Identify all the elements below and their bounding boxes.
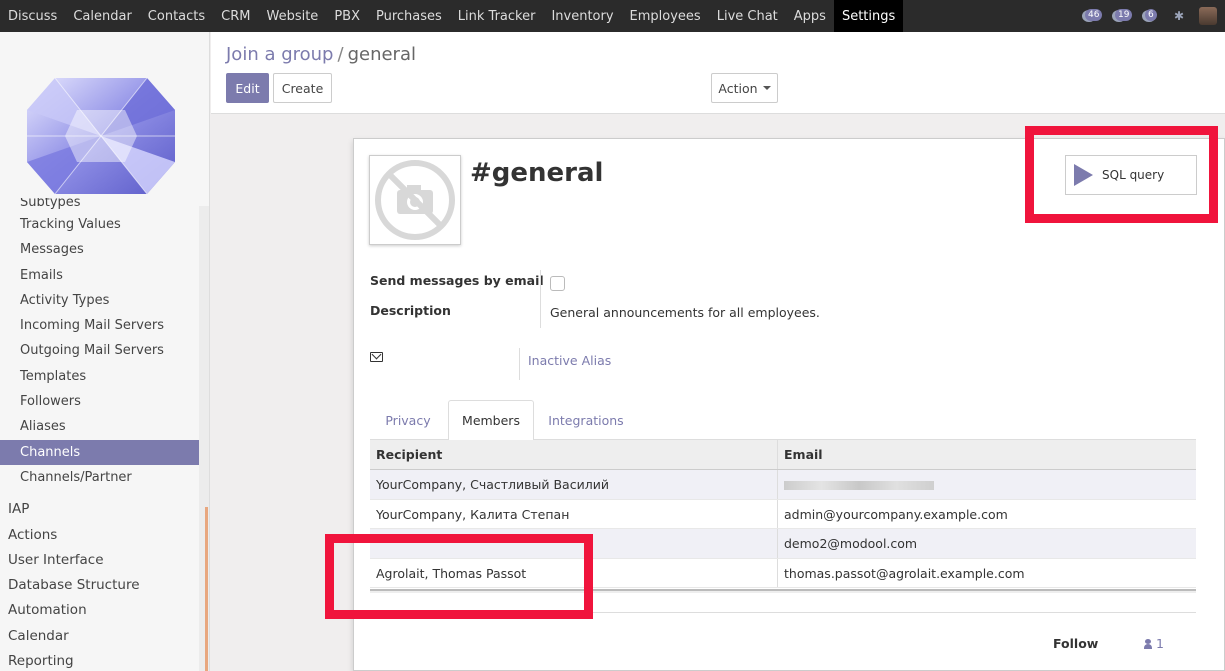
description-value: General announcements for all employees.: [550, 305, 820, 320]
email-cell: thomas.passot@agrolait.example.com: [784, 565, 1025, 581]
sidebar-item-followers[interactable]: Followers: [0, 389, 199, 414]
alias-divider: [519, 348, 520, 380]
column-recipient[interactable]: Recipient: [370, 440, 778, 469]
systray: 46 19 6 ✱: [1079, 0, 1225, 32]
sidebar-item-activity-types[interactable]: Activity Types: [0, 288, 199, 313]
no-camera-icon: [375, 160, 455, 240]
user-icon: [1144, 638, 1152, 649]
create-button[interactable]: Create: [273, 73, 332, 103]
sidebar-item-channels-partner[interactable]: Channels/Partner: [0, 465, 199, 490]
record-title: #general: [470, 158, 604, 188]
chat-button[interactable]: 6: [1139, 7, 1159, 25]
sidebar-item-user-interface[interactable]: User Interface: [0, 548, 199, 573]
sidebar-item-tracking-values[interactable]: Tracking Values: [0, 212, 199, 237]
sidebar: Subtypes Tracking Values Messages Emails…: [0, 32, 210, 671]
follow-button[interactable]: Follow: [1053, 636, 1098, 651]
edit-button[interactable]: Edit: [226, 73, 269, 103]
caret-down-icon: [762, 86, 771, 90]
action-label: Action: [718, 80, 758, 96]
column-email[interactable]: Email: [778, 440, 1196, 469]
breadcrumb: Join a group / general: [226, 44, 416, 65]
sidebar-item-subtypes[interactable]: Subtypes: [0, 198, 199, 212]
sidebar-item-iap[interactable]: IAP: [0, 497, 199, 522]
breadcrumb-current: general: [347, 44, 416, 65]
company-logo: [27, 77, 175, 195]
sidebar-scrollbar-thumb[interactable]: [205, 507, 208, 671]
messages-button[interactable]: 19: [1109, 7, 1133, 25]
table-row[interactable]: YourCompany, Счастливый Василий: [370, 470, 1196, 500]
email-cell: admin@yourcompany.example.com: [784, 506, 1008, 522]
tab-privacy[interactable]: Privacy: [370, 400, 446, 440]
menu-settings[interactable]: Settings: [833, 0, 904, 32]
menu-website[interactable]: Website: [258, 0, 326, 32]
menu-purchases[interactable]: Purchases: [368, 0, 450, 32]
debug-button[interactable]: ✱: [1169, 7, 1189, 25]
tab-members[interactable]: Members: [448, 400, 534, 441]
send-by-email-checkbox[interactable]: [550, 276, 565, 291]
menu-inventory[interactable]: Inventory: [543, 0, 621, 32]
description-label: Description: [370, 303, 451, 318]
inactive-alias-link[interactable]: Inactive Alias: [528, 353, 611, 368]
field-divider: [540, 270, 541, 328]
sidebar-item-incoming-mail-servers[interactable]: Incoming Mail Servers: [0, 313, 199, 338]
followers-count: 1: [1156, 636, 1164, 651]
user-avatar[interactable]: [1199, 7, 1217, 25]
chat-badge: 6: [1145, 9, 1157, 21]
recipient-cell: YourCompany, Счастливый Василий: [370, 470, 778, 499]
menu-calendar[interactable]: Calendar: [65, 0, 139, 32]
top-navbar: Discuss Calendar Contacts CRM Website PB…: [0, 0, 1225, 32]
followers-button[interactable]: 1: [1144, 636, 1164, 651]
sidebar-item-database-structure[interactable]: Database Structure: [0, 573, 199, 598]
messages-badge: 19: [1115, 9, 1133, 21]
control-panel: Join a group / general Edit Create Action: [211, 32, 1225, 114]
sidebar-item-aliases[interactable]: Aliases: [0, 414, 199, 439]
menu-contacts[interactable]: Contacts: [140, 0, 213, 32]
breadcrumb-separator: /: [337, 44, 344, 65]
channel-image[interactable]: [369, 155, 461, 245]
highlight-sql-query: [1025, 126, 1218, 223]
sidebar-item-messages[interactable]: Messages: [0, 237, 199, 262]
notebook-tabs: Privacy Members Integrations: [370, 400, 1196, 441]
menu-discuss[interactable]: Discuss: [0, 0, 65, 32]
highlight-agrolait-row: [325, 534, 593, 619]
action-dropdown[interactable]: Action: [711, 73, 778, 103]
menu-apps[interactable]: Apps: [786, 0, 834, 32]
menu-pbx[interactable]: PBX: [326, 0, 368, 32]
blurred-email: [784, 481, 934, 490]
email-cell: [778, 470, 1196, 499]
sidebar-item-reporting[interactable]: Reporting: [0, 649, 199, 671]
sidebar-item-channels[interactable]: Channels: [0, 439, 199, 465]
menu-link-tracker[interactable]: Link Tracker: [450, 0, 544, 32]
send-by-email-label: Send messages by email: [370, 273, 544, 288]
menu-live-chat[interactable]: Live Chat: [709, 0, 786, 32]
app-menu: Discuss Calendar Contacts CRM Website PB…: [0, 0, 904, 32]
sidebar-item-automation[interactable]: Automation: [0, 598, 199, 623]
breadcrumb-parent[interactable]: Join a group: [226, 44, 333, 65]
tab-integrations[interactable]: Integrations: [536, 400, 636, 440]
sidebar-menu: Subtypes Tracking Values Messages Emails…: [0, 198, 199, 671]
sidebar-item-actions[interactable]: Actions: [0, 523, 199, 548]
envelope-icon: [370, 352, 383, 362]
bug-icon: ✱: [1173, 9, 1185, 23]
sidebar-item-templates[interactable]: Templates: [0, 364, 199, 389]
activities-button[interactable]: 46: [1079, 7, 1103, 25]
table-header: Recipient Email: [370, 440, 1196, 470]
table-row[interactable]: YourCompany, Калита Степан admin@yourcom…: [370, 499, 1196, 529]
menu-crm[interactable]: CRM: [213, 0, 258, 32]
menu-employees[interactable]: Employees: [622, 0, 709, 32]
recipient-cell: YourCompany, Калита Степан: [370, 499, 778, 528]
sidebar-item-emails[interactable]: Emails: [0, 263, 199, 288]
sidebar-item-calendar[interactable]: Calendar: [0, 624, 199, 649]
email-cell: demo2@modool.com: [784, 536, 918, 551]
activities-badge: 46: [1085, 9, 1103, 21]
sidebar-item-outgoing-mail-servers[interactable]: Outgoing Mail Servers: [0, 338, 199, 363]
